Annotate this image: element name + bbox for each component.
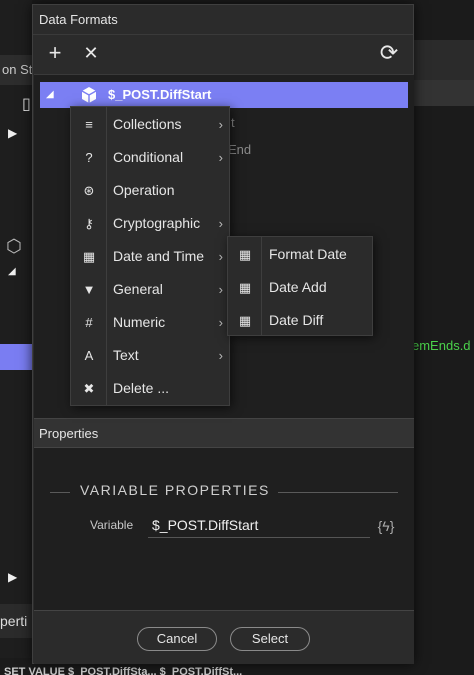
collapse-arrow-icon[interactable]: ◢ — [46, 82, 54, 108]
submenu-item-date-diff[interactable]: ▦ Date Diff — [228, 304, 372, 337]
menu-item-text[interactable]: A Text › — [71, 339, 229, 372]
menu-item-general[interactable]: ▼ General › — [71, 273, 229, 306]
chevron-right-icon: › — [218, 249, 223, 264]
menu-item-label: Operation — [113, 182, 175, 198]
select-button[interactable]: Select — [230, 627, 310, 651]
submenu-item-label: Format Date — [269, 246, 347, 262]
chevron-right-icon: › — [218, 117, 223, 132]
list-icon: ≡ — [85, 117, 93, 132]
tree-item-hidden-1: t — [231, 115, 235, 130]
menu-item-label: Cryptographic — [113, 215, 201, 231]
chevron-right-icon: › — [218, 216, 223, 231]
date-time-submenu: ▦ Format Date ▦ Date Add ▦ Date Diff — [227, 236, 373, 336]
background-green-text: emEnds.d — [412, 338, 471, 353]
add-icon[interactable]: + — [43, 41, 67, 65]
menu-item-label: General — [113, 281, 163, 297]
collapse-arrow-icon[interactable]: ◢ — [8, 266, 16, 277]
calendar-icon: ▦ — [82, 249, 96, 264]
chevron-right-icon: › — [218, 315, 223, 330]
menu-item-delete[interactable]: ✖ Delete ... — [71, 372, 229, 405]
delete-icon: ✖ — [83, 381, 95, 396]
background-tab[interactable]: on St — [0, 55, 32, 85]
chevron-right-icon: › — [218, 282, 223, 297]
calendar-icon: ▦ — [238, 280, 252, 295]
variable-label: Variable — [90, 518, 134, 532]
key-icon: ⚷ — [84, 216, 94, 231]
funnel-icon: ▼ — [82, 282, 96, 297]
expand-arrow-icon[interactable]: ▶ — [8, 126, 17, 140]
properties-header: Properties — [34, 418, 414, 448]
properties-panel: VARIABLE PROPERTIES Variable $_POST.Diff… — [34, 448, 414, 610]
variable-field[interactable]: $_POST.DiffStart — [148, 512, 370, 538]
menu-item-label: Collections — [113, 116, 182, 132]
submenu-item-label: Date Diff — [269, 312, 324, 328]
menu-item-label: Date and Time — [113, 248, 205, 264]
menu-item-numeric[interactable]: # Numeric › — [71, 306, 229, 339]
menu-item-operation[interactable]: ⊛ Operation — [71, 174, 229, 207]
menu-item-cryptographic[interactable]: ⚷ Cryptographic › — [71, 207, 229, 240]
background-properties-tab[interactable]: perti — [0, 604, 32, 638]
background-right-header — [414, 80, 474, 106]
calendar-icon: ▦ — [238, 313, 252, 328]
menu-item-label: Conditional — [113, 149, 184, 165]
cancel-button[interactable]: Cancel — [137, 627, 217, 651]
divider — [50, 492, 70, 493]
text-icon: A — [84, 348, 94, 363]
menu-item-label: Numeric — [113, 314, 166, 330]
cube-icon: ⬡ — [6, 236, 22, 256]
calendar-icon: ▦ — [238, 247, 252, 262]
dialog-footer: Cancel Select — [34, 610, 414, 664]
menu-item-date-and-time[interactable]: ▦ Date and Time › — [71, 240, 229, 273]
format-context-menu: ≡ Collections ›? Conditional › ⊛ Operation ⚷ Cry… — [70, 106, 230, 406]
variable-properties-section: VARIABLE PROPERTIES — [50, 482, 398, 502]
background-selected-row[interactable] — [0, 344, 32, 370]
question-icon: ? — [85, 150, 93, 165]
expand-arrow-icon[interactable]: ▶ — [8, 570, 17, 584]
menu-item-conditional[interactable]: ? Conditional › — [71, 141, 229, 174]
chevron-right-icon: › — [218, 150, 223, 165]
cube-icon — [81, 87, 97, 103]
submenu-item-label: Date Add — [269, 279, 327, 295]
operation-icon: ⊛ — [83, 183, 95, 198]
dynamic-data-icon[interactable]: {ϟ} — [376, 516, 396, 536]
menu-item-label: Delete ... — [113, 380, 170, 396]
tree-item-label: $_POST.DiffStart — [108, 87, 212, 102]
close-icon[interactable]: ✕ — [79, 41, 103, 65]
dialog-toolbar: + ✕ ⟳ — [33, 35, 413, 71]
hash-icon: # — [85, 315, 93, 330]
refresh-icon[interactable]: ⟳ — [377, 41, 401, 65]
tree-item-selected[interactable]: ◢ $_POST.DiffStart — [40, 82, 408, 108]
copy-icon[interactable]: ▯ — [22, 94, 31, 114]
submenu-item-date-add[interactable]: ▦ Date Add — [228, 271, 372, 304]
section-title-text: VARIABLE PROPERTIES — [72, 482, 278, 498]
dialog-title: Data Formats — [33, 5, 413, 35]
menu-item-collections[interactable]: ≡ Collections › — [71, 108, 229, 141]
menu-item-label: Text — [113, 347, 139, 363]
chevron-right-icon: › — [218, 348, 223, 363]
submenu-item-format-date[interactable]: ▦ Format Date — [228, 238, 372, 271]
background-right-toolbar — [414, 40, 474, 80]
